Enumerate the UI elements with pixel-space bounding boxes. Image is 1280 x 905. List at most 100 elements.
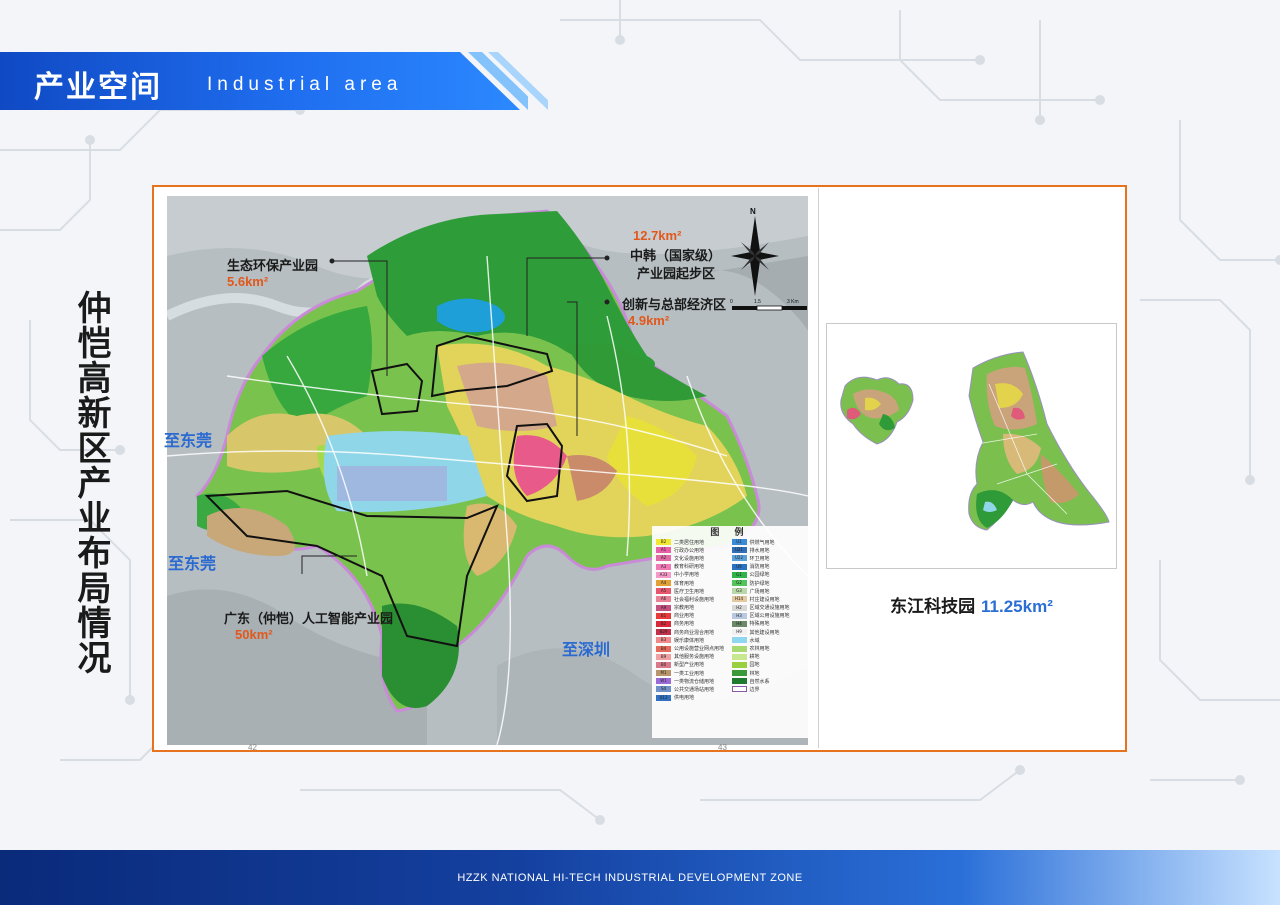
legend-label: 中小学用地 [674, 572, 700, 579]
legend-item: H2 区域交通设施用地 [731, 604, 805, 612]
legend-item: B3 娱乐康体用地 [656, 636, 729, 644]
legend-item: A2 文化设施用地 [656, 554, 729, 562]
legend-label: 医疗卫生用地 [674, 588, 705, 595]
legend-swatch: A6 [656, 596, 671, 603]
legend-item: S4 公共交通场站用地 [656, 685, 729, 693]
legend-swatch [731, 653, 747, 660]
legend-swatch: G3 [731, 588, 747, 595]
legend-label: 边界 [749, 686, 760, 693]
map-legend: 图 例 B2 二类居住用地 U1 供燃气用地 A1 行政办公用地 U21 排水用地 A2 文化设施… [652, 526, 808, 738]
legend-label: 公园绿地 [749, 572, 770, 579]
legend-swatch: H3 [731, 612, 747, 619]
legend-label: 自然水系 [749, 678, 770, 685]
legend-label: 林地 [749, 670, 760, 677]
legend-label: 耕地 [749, 654, 760, 661]
direction-dongguan-2: 至东莞 [168, 554, 217, 573]
zone-area-eco-park: 5.6km² [227, 274, 269, 289]
legend-item: 园地 [731, 661, 805, 669]
legend-label: 消防用地 [749, 564, 770, 571]
legend-swatch: B9 [656, 653, 671, 660]
legend-swatch [731, 661, 747, 668]
panel-divider [818, 188, 819, 748]
legend-label: 水域 [749, 637, 760, 644]
legend-item: B4 公用设施营业网点用地 [656, 644, 729, 652]
zone-label-eco-park: 生态环保产业园 [227, 259, 319, 274]
legend-label: 农林用地 [749, 646, 770, 653]
zone-area-ai-park: 50km² [235, 627, 273, 642]
legend-label: 行政办公用地 [674, 547, 705, 554]
legend-swatch: A2 [656, 555, 671, 562]
side-title: 仲恺高新区产业布局情况 [71, 290, 111, 675]
legend-label: 其他建设用地 [749, 629, 780, 636]
legend-swatch: U9 [731, 563, 747, 570]
legend-swatch: W1 [656, 678, 671, 685]
page-number-right: 43 [718, 743, 727, 752]
zone-area-china-korea: 12.7km² [633, 228, 682, 243]
legend-label: 村庄建设用地 [749, 596, 780, 603]
legend-item: A1 行政办公用地 [656, 546, 729, 554]
legend-item: U1 供燃气用地 [731, 538, 805, 546]
legend-item: A5 医疗卫生用地 [656, 587, 729, 595]
legend-swatch: G2 [731, 580, 747, 587]
legend-swatch: A4 [656, 580, 671, 587]
legend-swatch: M1 [656, 670, 671, 677]
svg-text:1.5: 1.5 [754, 299, 761, 305]
inset-caption-area: 11.25km² [981, 597, 1053, 616]
legend-title: 图 例 [710, 528, 750, 538]
legend-item: A6 社会福利设施用地 [656, 595, 729, 603]
legend-item: M1 一类工业用地 [656, 669, 729, 677]
legend-label: 新型产业用地 [674, 662, 705, 669]
page-title: 产业空间 [34, 70, 162, 105]
legend-label: 二类居住用地 [674, 539, 705, 546]
legend-swatch: U22 [731, 555, 747, 562]
legend-swatch: H4 [731, 620, 747, 627]
legend-label: 商务商业混合用地 [674, 629, 715, 636]
zone-label-china-korea: 中韩（国家级） [630, 249, 722, 264]
legend-label: 社会福利设施用地 [674, 596, 715, 603]
legend-swatch: U21 [731, 547, 747, 554]
legend-item: B2 二类居住用地 [656, 538, 729, 546]
legend-item: W1 一类物流仓储用地 [656, 677, 729, 685]
legend-swatch: S4 [656, 686, 671, 693]
zone-area-innovation-hq: 4.9km² [628, 313, 670, 328]
legend-item: U21 排水用地 [731, 546, 805, 554]
legend-label: 商业用地 [674, 613, 695, 620]
legend-label: 一类物流仓储用地 [674, 678, 715, 685]
zone-label-china-korea-2: 产业园起步区 [637, 267, 716, 282]
legend-swatch: B4 [656, 645, 671, 652]
legend-swatch: U12 [656, 694, 671, 701]
legend-label: 特殊用地 [749, 621, 770, 628]
legend-swatch [731, 645, 747, 652]
legend-item: 自然水系 [731, 677, 805, 685]
inset-map [826, 323, 1117, 569]
legend-item: H14 村庄建设用地 [731, 595, 805, 603]
svg-text:0: 0 [730, 299, 733, 305]
legend-swatch: B3 [656, 637, 671, 644]
legend-swatch: B29 [656, 629, 671, 636]
legend-swatch: B1 [656, 612, 671, 619]
legend-item: 水域 [731, 636, 805, 644]
legend-swatch: A5 [656, 588, 671, 595]
svg-text:N: N [750, 207, 756, 216]
legend-swatch: B2 [656, 620, 671, 627]
legend-label: 一类工业用地 [674, 670, 705, 677]
legend-item: 耕地 [731, 653, 805, 661]
legend-swatch [731, 670, 747, 677]
direction-shenzhen: 至深圳 [562, 640, 611, 659]
legend-item: U12 供电用地 [656, 694, 729, 702]
legend-item: H3 区域公用设施用地 [731, 612, 805, 620]
legend-label: 供电用地 [674, 695, 695, 702]
legend-item: G3 广场用地 [731, 587, 805, 595]
legend-swatch: A33 [656, 571, 671, 578]
legend-swatch: U1 [731, 539, 747, 546]
legend-label: 园地 [749, 662, 760, 669]
page-number-left: 42 [248, 743, 257, 752]
legend-swatch: A9 [656, 604, 671, 611]
legend-item: 林地 [731, 669, 805, 677]
legend-item: B2 商务用地 [656, 620, 729, 628]
inset-caption-name: 东江科技园 [890, 597, 976, 617]
legend-label: 区域交通设施用地 [749, 605, 790, 612]
legend-item: A33 中小学用地 [656, 571, 729, 579]
legend-item: A3 教育科研用地 [656, 563, 729, 571]
inset-map-graphic [840, 351, 1110, 531]
